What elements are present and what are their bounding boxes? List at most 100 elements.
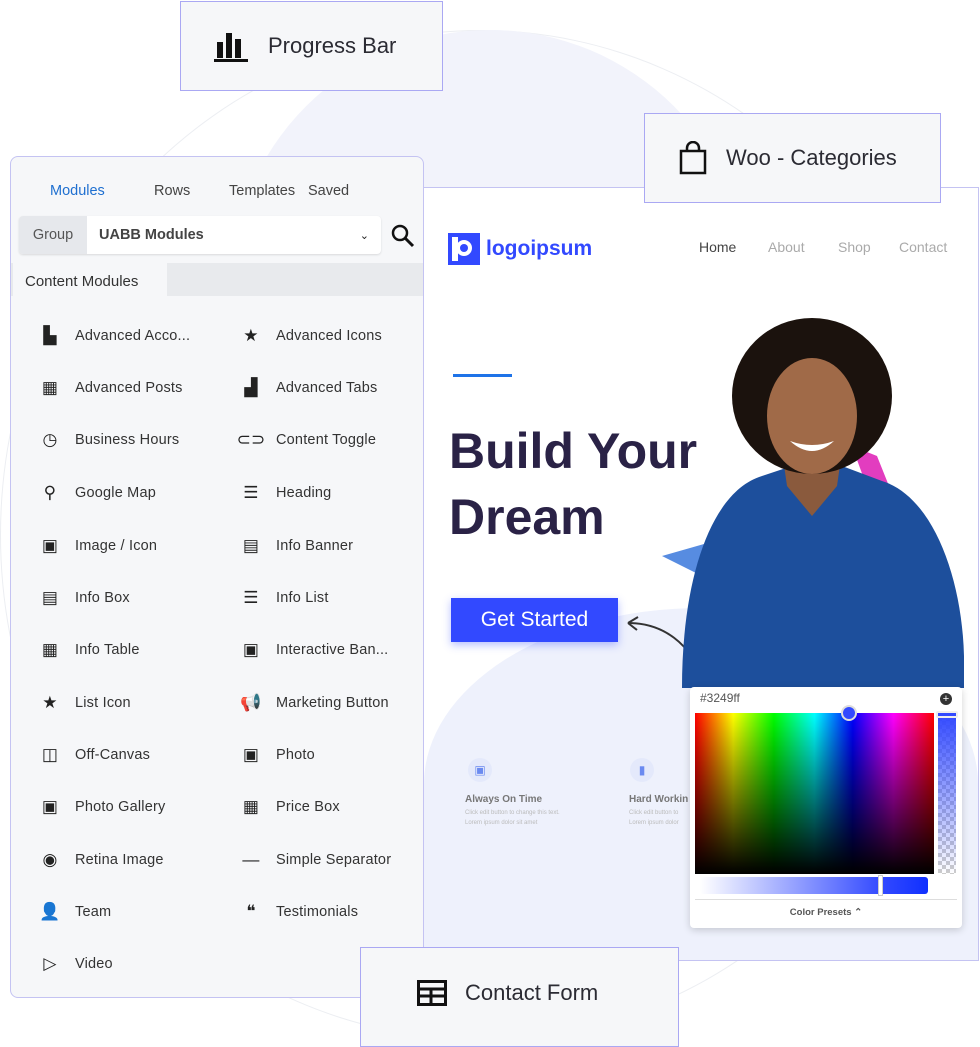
- divider: [695, 899, 957, 900]
- shopping-bag-icon: [679, 141, 707, 175]
- add-preset-icon[interactable]: +: [940, 693, 952, 705]
- photo-icon: ▣: [242, 745, 260, 764]
- nav-about[interactable]: About: [768, 239, 805, 255]
- module-item[interactable]: ▣ Image / Icon: [39, 535, 157, 557]
- banner-icon: ▤: [242, 536, 260, 555]
- module-label: Interactive Ban...: [276, 642, 389, 658]
- table-icon: ▦: [41, 640, 59, 659]
- alpha-handle[interactable]: [936, 711, 958, 718]
- logo[interactable]: logoipsum: [448, 233, 592, 265]
- bar-chart-icon: [214, 33, 248, 62]
- module-item[interactable]: ▣ Photo: [240, 744, 315, 766]
- image-icon: ▣: [242, 640, 260, 659]
- quote-icon: ❝: [246, 902, 256, 921]
- section-bar: Content Modules: [11, 263, 423, 296]
- toggle-icon: ⊂⊃: [236, 430, 266, 449]
- module-item[interactable]: ☰ Info List: [240, 587, 329, 609]
- module-label: Info Banner: [276, 538, 354, 554]
- module-item[interactable]: ❝ Testimonials: [240, 901, 358, 923]
- card-label: Contact Form: [465, 980, 599, 1005]
- module-label: Heading: [276, 485, 332, 501]
- module-item[interactable]: ▤ Info Banner: [240, 535, 353, 557]
- section-tab[interactable]: Content Modules: [13, 263, 167, 296]
- megaphone-icon: 📢: [240, 693, 262, 712]
- feature-text: Click edit button to change this text.: [465, 810, 560, 816]
- module-label: Advanced Posts: [75, 380, 183, 396]
- accent-line: [453, 374, 512, 377]
- off-canvas-icon: ◫: [41, 745, 59, 764]
- accordion-icon: ▙: [43, 326, 57, 345]
- nav-shop[interactable]: Shop: [838, 239, 871, 255]
- gallery-icon: ▣: [41, 797, 59, 816]
- card-label: Progress Bar: [268, 33, 397, 58]
- heading-icon: ☰: [243, 483, 259, 502]
- color-presets-toggle[interactable]: Color Presets ⌃: [690, 907, 962, 918]
- nav-home[interactable]: Home: [699, 239, 736, 255]
- module-item[interactable]: ▤ Info Box: [39, 587, 130, 609]
- color-field[interactable]: [695, 713, 934, 874]
- module-label: Photo: [276, 747, 315, 763]
- tab-saved[interactable]: Saved: [308, 183, 349, 199]
- calendar-icon: ▣: [468, 758, 492, 782]
- color-handle[interactable]: [841, 705, 857, 721]
- info-box-icon: ▤: [41, 588, 59, 607]
- module-label: Marketing Button: [276, 695, 389, 711]
- feature-card: ▣ Always On Time Click edit button to ch…: [450, 758, 600, 858]
- alpha-slider[interactable]: [938, 713, 956, 874]
- group-select[interactable]: Group UABB Modules ⌄: [19, 216, 381, 254]
- progress-bar-card[interactable]: Progress Bar: [180, 1, 443, 91]
- modules-panel: Modules Rows Templates Saved Group UABB …: [10, 156, 424, 998]
- module-label: Advanced Acco...: [75, 328, 191, 344]
- module-item[interactable]: ▦ Advanced Posts: [39, 377, 183, 399]
- group-label: Group: [19, 216, 87, 254]
- module-label: Video: [75, 956, 113, 972]
- module-item[interactable]: ⚲ Google Map: [39, 482, 156, 504]
- module-item[interactable]: ▦ Info Table: [39, 639, 140, 661]
- module-item[interactable]: ▦ Price Box: [240, 796, 340, 818]
- module-item[interactable]: 👤 Team: [39, 901, 111, 923]
- module-item[interactable]: ▟ Advanced Tabs: [240, 377, 378, 399]
- separator-icon: —: [242, 850, 260, 869]
- person-icon: 👤: [39, 902, 61, 921]
- tab-modules[interactable]: Modules: [50, 183, 105, 199]
- person-photo: [662, 318, 964, 688]
- module-label: Info List: [276, 590, 329, 606]
- nav-contact[interactable]: Contact: [899, 239, 947, 255]
- module-item[interactable]: ▣ Photo Gallery: [39, 796, 165, 818]
- slider-handle[interactable]: [878, 875, 883, 896]
- module-item[interactable]: 📢 Marketing Button: [240, 692, 389, 714]
- card-label: Woo - Categories: [726, 145, 897, 170]
- module-item[interactable]: ★ List Icon: [39, 692, 131, 714]
- star-icon: ★: [42, 693, 58, 712]
- get-started-button[interactable]: Get Started: [451, 598, 618, 642]
- module-item[interactable]: ▷ Video: [39, 953, 113, 975]
- module-item[interactable]: ▣ Interactive Ban...: [240, 639, 388, 661]
- module-item[interactable]: ☰ Heading: [240, 482, 331, 504]
- module-label: Info Box: [75, 590, 130, 606]
- module-label: Simple Separator: [276, 852, 392, 868]
- tab-rows[interactable]: Rows: [154, 183, 190, 199]
- logo-icon: [448, 233, 480, 265]
- module-label: Content Toggle: [276, 432, 377, 448]
- module-item[interactable]: — Simple Separator: [240, 849, 391, 871]
- module-item[interactable]: ⊂⊃ Content Toggle: [236, 429, 377, 451]
- module-label: Google Map: [75, 485, 156, 501]
- briefcase-icon: ▮: [630, 758, 654, 782]
- star-icon: ★: [243, 326, 259, 345]
- hue-strength-slider[interactable]: [700, 877, 928, 894]
- table-icon: ▦: [242, 797, 260, 816]
- module-item[interactable]: ◷ Business Hours: [39, 429, 179, 451]
- woo-categories-card[interactable]: Woo - Categories: [644, 113, 941, 203]
- search-icon[interactable]: [391, 224, 415, 248]
- module-label: Advanced Tabs: [276, 380, 378, 396]
- hex-value[interactable]: #3249ff: [700, 691, 740, 705]
- tab-templates[interactable]: Templates: [229, 183, 295, 199]
- module-item[interactable]: ★ Advanced Icons: [240, 325, 382, 347]
- module-label: Testimonials: [276, 904, 359, 920]
- module-item[interactable]: ▙ Advanced Acco...: [39, 325, 190, 347]
- module-label: Price Box: [276, 799, 340, 815]
- eye-icon: ◉: [42, 850, 58, 869]
- module-item[interactable]: ◫ Off-Canvas: [39, 744, 150, 766]
- module-item[interactable]: ◉ Retina Image: [39, 849, 164, 871]
- contact-form-card[interactable]: Contact Form: [360, 947, 679, 1047]
